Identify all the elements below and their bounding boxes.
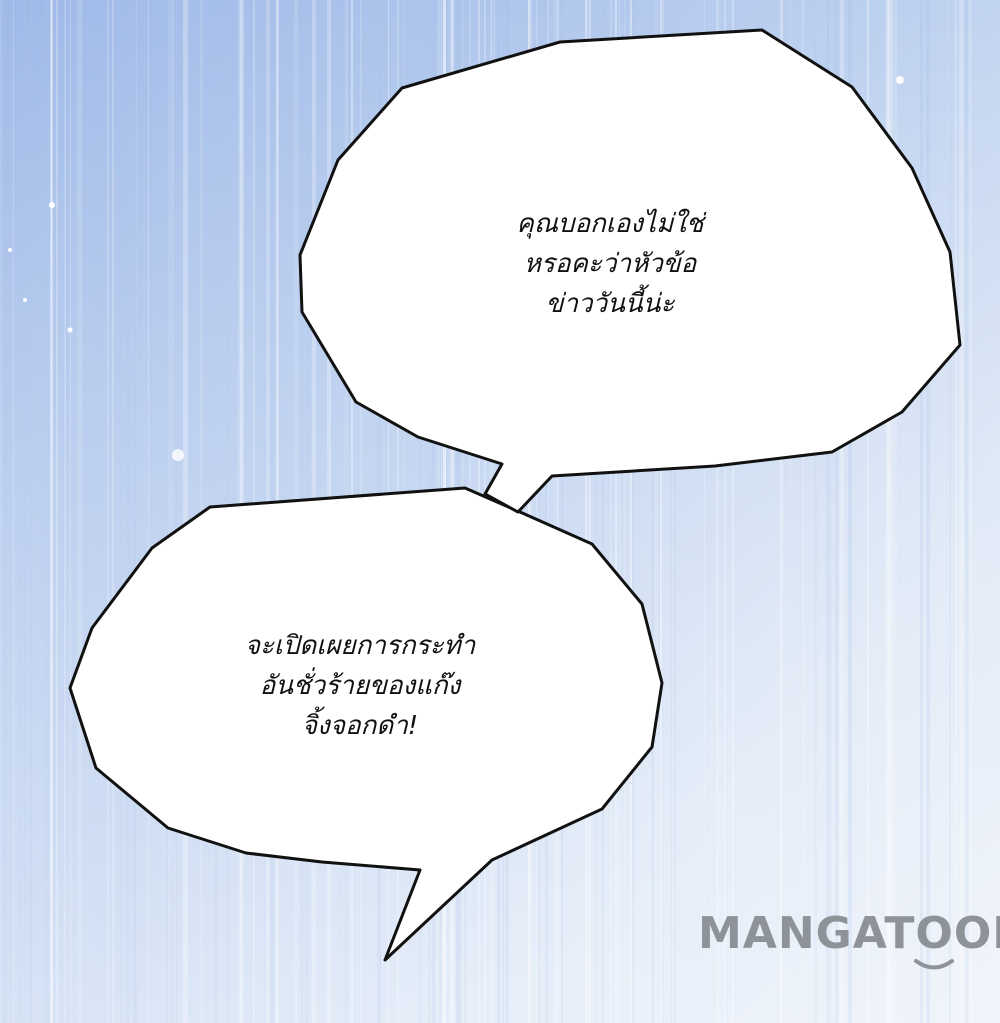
speech-line: หรอคะว่าหัวข้อ xyxy=(523,249,697,279)
mangatoon-watermark: MANGATOON xyxy=(698,908,1000,959)
speech-text-top: คุณบอกเองไม่ใช่ หรอคะว่าหัวข้อ ข่าววันนี… xyxy=(460,204,760,324)
panel-background xyxy=(0,0,1000,1023)
speech-line: จิ้งจอกดำ! xyxy=(301,711,419,741)
speech-line: จะเปิดเผยการกระทำ xyxy=(244,631,476,661)
speech-line: คุณบอกเองไม่ใช่ xyxy=(516,209,704,239)
speech-line: ข่าววันนี้น่ะ xyxy=(545,289,675,319)
speech-text-bottom: จะเปิดเผยการกระทำ อันชั่วร้ายของแก๊ง จิ้… xyxy=(200,626,520,746)
speech-line: อันชั่วร้ายของแก๊ง xyxy=(259,671,461,701)
manga-panel: คุณบอกเองไม่ใช่ หรอคะว่าหัวข้อ ข่าววันนี… xyxy=(0,0,1000,1023)
